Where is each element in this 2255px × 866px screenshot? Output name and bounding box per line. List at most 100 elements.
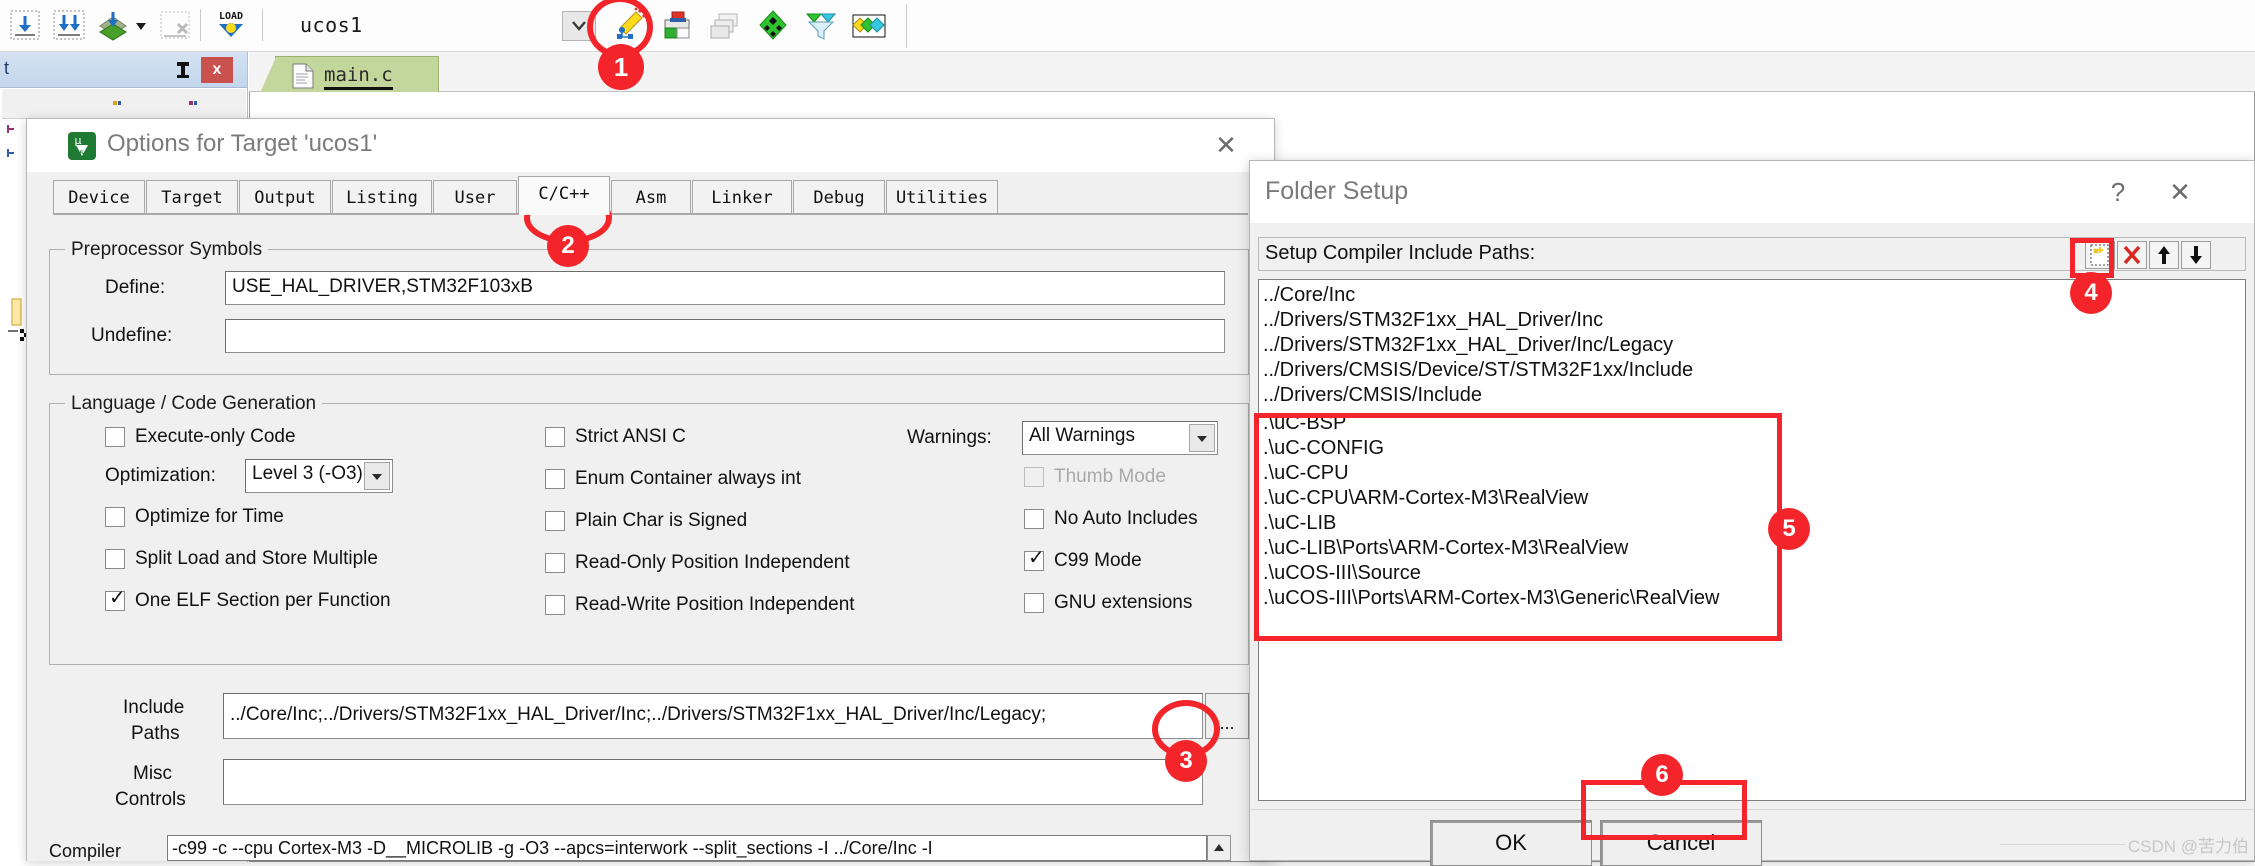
multi-project-icon[interactable] bbox=[850, 6, 888, 44]
manage-runtime-environment-icon[interactable] bbox=[658, 6, 696, 44]
checkbox-label: C99 Mode bbox=[1054, 550, 1142, 571]
project-target-dropdown[interactable] bbox=[562, 11, 596, 41]
tab-asm[interactable]: Asm bbox=[611, 180, 691, 214]
manage-project-items-icon bbox=[706, 6, 744, 44]
folder-setup-title: Folder Setup bbox=[1265, 177, 1409, 205]
folder-setup-titlebar[interactable]: Folder Setup ? ✕ bbox=[1250, 161, 2254, 223]
include-paths-browse-button[interactable]: ... bbox=[1205, 693, 1249, 739]
project-target-name[interactable]: ucos1 bbox=[300, 9, 560, 41]
build-target-icon[interactable] bbox=[50, 6, 88, 44]
tab-user[interactable]: User bbox=[433, 180, 517, 214]
translate-file-icon[interactable] bbox=[6, 6, 44, 44]
checkbox-one-elf-section-per-function[interactable]: ✓ One ELF Section per Function bbox=[105, 587, 505, 615]
options-tabstrip: Device Target Output Listing User C/C++ … bbox=[27, 172, 1274, 215]
list-item[interactable]: ../Drivers/CMSIS/Include bbox=[1263, 384, 1482, 409]
stop-build-icon bbox=[156, 6, 194, 44]
move-down-button[interactable] bbox=[2181, 241, 2211, 269]
options-for-target-dialog: μ 5 Options for Target 'ucos1' ✕ Device … bbox=[26, 118, 1275, 861]
editor-tabstrip: main.c bbox=[249, 52, 2255, 93]
include-paths-input[interactable]: ../Core/Inc;../Drivers/STM32F1xx_HAL_Dri… bbox=[223, 693, 1203, 739]
include-paths-list[interactable]: ../Core/Inc ../Drivers/STM32F1xx_HAL_Dri… bbox=[1258, 279, 2246, 801]
project-panel-title: t bbox=[4, 58, 10, 78]
tab-debug[interactable]: Debug bbox=[793, 180, 885, 214]
compiler-control-string[interactable]: -c99 -c --cpu Cortex-M3 -D__MICROLIB -g … bbox=[167, 835, 1207, 861]
tab-device[interactable]: Device bbox=[53, 180, 145, 214]
tab-target[interactable]: Target bbox=[146, 180, 238, 214]
project-panel-tabstrip[interactable] bbox=[2, 89, 246, 119]
panel-tab-dot-2[interactable] bbox=[188, 95, 198, 105]
list-item[interactable]: .\uC-BSP bbox=[1263, 412, 1346, 437]
panel-tab-dot-1[interactable] bbox=[112, 95, 122, 105]
help-icon[interactable]: ? bbox=[2100, 175, 2136, 209]
checkbox-box bbox=[105, 427, 125, 447]
chevron-down-icon[interactable] bbox=[1189, 424, 1215, 452]
checkbox-plain-char-is-signed[interactable]: Plain Char is Signed bbox=[545, 507, 935, 535]
checkbox-strict-ansi-c[interactable]: Strict ANSI C bbox=[545, 423, 935, 451]
list-item[interactable]: .\uC-LIB\Ports\ARM-Cortex-M3\RealView bbox=[1263, 537, 1628, 562]
folder-setup-button-row: OK Cancel bbox=[1250, 809, 2254, 866]
tab-linker[interactable]: Linker bbox=[692, 180, 792, 214]
watermark: CSDN @苦力伯 bbox=[2127, 837, 2249, 856]
checkbox-no-auto-includes[interactable]: No Auto Includes bbox=[1024, 505, 1274, 533]
checkbox-read-only-position-independent[interactable]: Read-Only Position Independent bbox=[545, 549, 945, 577]
watermark-rule bbox=[2000, 844, 2125, 845]
list-item[interactable]: ../Core/Inc bbox=[1263, 284, 1355, 309]
list-item[interactable]: .\uC-CPU\ARM-Cortex-M3\RealView bbox=[1263, 487, 1588, 512]
undefine-input[interactable] bbox=[225, 319, 1225, 353]
checkbox-label: One ELF Section per Function bbox=[135, 590, 391, 611]
checkbox-execute-only-code[interactable]: Execute-only Code bbox=[105, 423, 465, 451]
tab-main-c[interactable]: main.c bbox=[260, 56, 439, 93]
list-item[interactable]: ../Drivers/STM32F1xx_HAL_Driver/Inc bbox=[1263, 309, 1603, 334]
tab-output[interactable]: Output bbox=[239, 180, 331, 214]
ok-button[interactable]: OK bbox=[1430, 820, 1592, 866]
list-item[interactable]: .\uCOS-III\Source bbox=[1263, 562, 1421, 587]
delete-path-button[interactable] bbox=[2117, 241, 2147, 269]
ide-toolbar: LOAD ucos1 bbox=[0, 0, 2255, 52]
checkbox-split-load-store[interactable]: Split Load and Store Multiple bbox=[105, 545, 505, 573]
toolbar-right-edge bbox=[906, 4, 907, 48]
misc-controls-input[interactable] bbox=[223, 759, 1203, 805]
checkbox-gnu-extensions[interactable]: GNU extensions bbox=[1024, 589, 1274, 617]
configure-target-wizard-icon[interactable] bbox=[610, 6, 648, 44]
load-flash-icon[interactable]: LOAD bbox=[212, 6, 250, 44]
checkbox-label: Execute-only Code bbox=[135, 426, 296, 447]
checkbox-box bbox=[545, 553, 565, 573]
checkbox-box bbox=[105, 507, 125, 527]
options-dialog-titlebar[interactable]: μ 5 Options for Target 'ucos1' ✕ bbox=[27, 119, 1274, 172]
move-up-button[interactable] bbox=[2149, 241, 2179, 269]
chevron-down-icon[interactable] bbox=[364, 462, 390, 490]
tab-listing[interactable]: Listing bbox=[332, 180, 432, 214]
optimization-select[interactable]: Level 3 (-O3) bbox=[245, 459, 393, 493]
list-item[interactable]: ../Drivers/CMSIS/Device/ST/STM32F1xx/Inc… bbox=[1263, 359, 1693, 384]
cancel-button[interactable]: Cancel bbox=[1600, 820, 1762, 866]
new-path-button[interactable] bbox=[2085, 241, 2115, 269]
checkbox-box bbox=[545, 469, 565, 489]
list-item[interactable]: ../Drivers/STM32F1xx_HAL_Driver/Inc/Lega… bbox=[1263, 334, 1673, 359]
list-item[interactable]: .\uC-LIB bbox=[1263, 512, 1336, 537]
tab-c-cpp[interactable]: C/C++ bbox=[518, 176, 610, 215]
preprocessor-symbols-caption: Preprocessor Symbols bbox=[65, 239, 269, 261]
toolbar-divider bbox=[200, 9, 201, 41]
checkbox-read-write-position-independent[interactable]: Read-Write Position Independent bbox=[545, 591, 945, 619]
options-dialog-title: Options for Target 'ucos1' bbox=[107, 130, 378, 157]
define-input[interactable]: USE_HAL_DRIVER,STM32F103xB bbox=[225, 271, 1225, 305]
close-icon[interactable]: ✕ bbox=[1209, 131, 1243, 161]
batch-build-dropdown-icon[interactable] bbox=[132, 6, 150, 44]
tab-utilities[interactable]: Utilities bbox=[886, 180, 998, 214]
list-item[interactable]: .\uC-CPU bbox=[1263, 462, 1349, 487]
compiler-control-scroll-up[interactable] bbox=[1207, 835, 1231, 861]
pack-installer-green-icon[interactable] bbox=[754, 6, 792, 44]
list-item[interactable]: .\uC-CONFIG bbox=[1263, 437, 1384, 462]
pack-filter-icon[interactable] bbox=[802, 6, 840, 44]
checkbox-label: Optimize for Time bbox=[135, 506, 284, 527]
close-icon[interactable]: x bbox=[201, 57, 233, 83]
checkbox-box bbox=[1024, 467, 1044, 487]
list-item[interactable]: .\uCOS-III\Ports\ARM-Cortex-M3\Generic\R… bbox=[1263, 587, 1719, 612]
checkbox-enum-container-always-int[interactable]: Enum Container always int bbox=[545, 465, 935, 493]
pin-icon[interactable] bbox=[171, 58, 195, 82]
rebuild-all-icon[interactable] bbox=[94, 6, 132, 44]
warnings-select[interactable]: All Warnings bbox=[1022, 421, 1218, 455]
checkbox-c99-mode[interactable]: ✓ C99 Mode bbox=[1024, 547, 1274, 575]
close-icon[interactable]: ✕ bbox=[2162, 175, 2198, 209]
checkbox-optimize-for-time[interactable]: Optimize for Time bbox=[105, 503, 465, 531]
